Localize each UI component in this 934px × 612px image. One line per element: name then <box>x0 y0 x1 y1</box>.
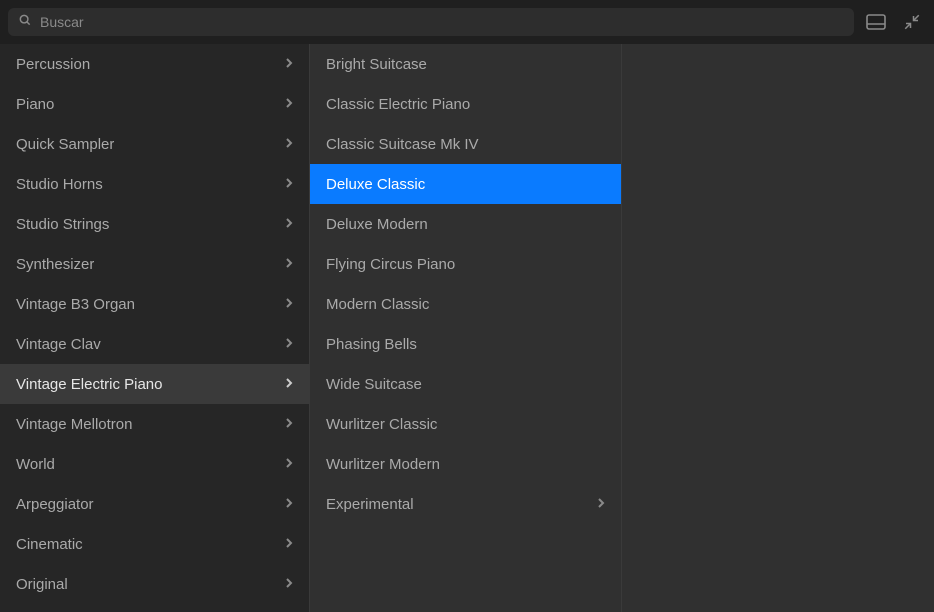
preset-row-label: Experimental <box>326 496 414 513</box>
category-row-label: Cinematic <box>16 536 83 553</box>
category-row[interactable]: Vintage Clav <box>0 324 309 364</box>
category-row-label: Percussion <box>16 56 90 73</box>
preset-row-label: Deluxe Modern <box>326 216 428 233</box>
preset-row-label: Flying Circus Piano <box>326 256 455 273</box>
preset-row-label: Classic Suitcase Mk IV <box>326 136 479 153</box>
preset-row-label: Wide Suitcase <box>326 376 422 393</box>
chevron-right-icon <box>285 56 293 73</box>
preset-row[interactable]: Flying Circus Piano <box>310 244 621 284</box>
category-row[interactable]: Studio Horns <box>0 164 309 204</box>
chevron-right-icon <box>285 416 293 433</box>
preset-row[interactable]: Wide Suitcase <box>310 364 621 404</box>
chevron-right-icon <box>285 256 293 273</box>
chevron-right-icon <box>285 176 293 193</box>
preset-row[interactable]: Bright Suitcase <box>310 44 621 84</box>
preset-row-label: Modern Classic <box>326 296 429 313</box>
category-row[interactable]: Percussion <box>0 44 309 84</box>
category-row[interactable]: Arpeggiator <box>0 484 309 524</box>
category-row[interactable]: Piano <box>0 84 309 124</box>
category-row-label: Original <box>16 576 68 593</box>
category-row-label: Quick Sampler <box>16 136 114 153</box>
category-row[interactable]: Vintage B3 Organ <box>0 284 309 324</box>
category-row-label: World <box>16 456 55 473</box>
category-row[interactable]: Original <box>0 564 309 604</box>
chevron-right-icon <box>285 536 293 553</box>
category-row[interactable]: Cinematic <box>0 524 309 564</box>
preset-row[interactable]: Experimental <box>310 484 621 524</box>
browser-columns: Percussion Piano Quick Sampler Studio Horns… <box>0 44 934 612</box>
preset-row-label: Bright Suitcase <box>326 56 427 73</box>
chevron-right-icon <box>285 136 293 153</box>
preset-row[interactable]: Classic Electric Piano <box>310 84 621 124</box>
category-row[interactable]: Vintage Electric Piano <box>0 364 309 404</box>
preset-row[interactable]: Deluxe Classic <box>310 164 621 204</box>
preset-row-label: Wurlitzer Classic <box>326 416 437 433</box>
chevron-right-icon <box>285 496 293 513</box>
detail-column <box>622 44 934 612</box>
search-icon <box>18 13 32 32</box>
chevron-right-icon <box>285 216 293 233</box>
preset-row[interactable]: Wurlitzer Classic <box>310 404 621 444</box>
category-row-label: Vintage Electric Piano <box>16 376 162 393</box>
chevron-right-icon <box>285 576 293 593</box>
search-field[interactable] <box>8 8 854 36</box>
category-row[interactable]: Studio Strings <box>0 204 309 244</box>
chevron-right-icon <box>285 376 293 393</box>
category-column: Percussion Piano Quick Sampler Studio Horns… <box>0 44 310 612</box>
preset-row[interactable]: Modern Classic <box>310 284 621 324</box>
category-row[interactable]: World <box>0 444 309 484</box>
category-row-label: Vintage Mellotron <box>16 416 132 433</box>
category-row-label: Vintage B3 Organ <box>16 296 135 313</box>
category-row-label: Studio Horns <box>16 176 103 193</box>
preset-row-label: Wurlitzer Modern <box>326 456 440 473</box>
category-row[interactable]: Synthesizer <box>0 244 309 284</box>
chevron-right-icon <box>285 336 293 353</box>
collapse-icon[interactable] <box>898 8 926 36</box>
category-row[interactable]: Vintage Mellotron <box>0 404 309 444</box>
category-row-label: Vintage Clav <box>16 336 101 353</box>
preset-row-label: Classic Electric Piano <box>326 96 470 113</box>
preset-row[interactable]: Phasing Bells <box>310 324 621 364</box>
category-row[interactable]: Quick Sampler <box>0 124 309 164</box>
search-input[interactable] <box>40 14 844 30</box>
topbar <box>0 0 934 44</box>
category-row-label: Arpeggiator <box>16 496 94 513</box>
preset-row-label: Phasing Bells <box>326 336 417 353</box>
preset-column: Bright Suitcase Classic Electric Piano Cla… <box>310 44 622 612</box>
preset-row[interactable]: Wurlitzer Modern <box>310 444 621 484</box>
chevron-right-icon <box>285 456 293 473</box>
chevron-right-icon <box>597 496 605 513</box>
preset-row[interactable]: Deluxe Modern <box>310 204 621 244</box>
chevron-right-icon <box>285 296 293 313</box>
preset-row[interactable]: Classic Suitcase Mk IV <box>310 124 621 164</box>
panel-icon[interactable] <box>862 8 890 36</box>
category-row-label: Synthesizer <box>16 256 94 273</box>
category-row-label: Piano <box>16 96 54 113</box>
preset-row-label: Deluxe Classic <box>326 176 425 193</box>
category-row-label: Studio Strings <box>16 216 109 233</box>
chevron-right-icon <box>285 96 293 113</box>
